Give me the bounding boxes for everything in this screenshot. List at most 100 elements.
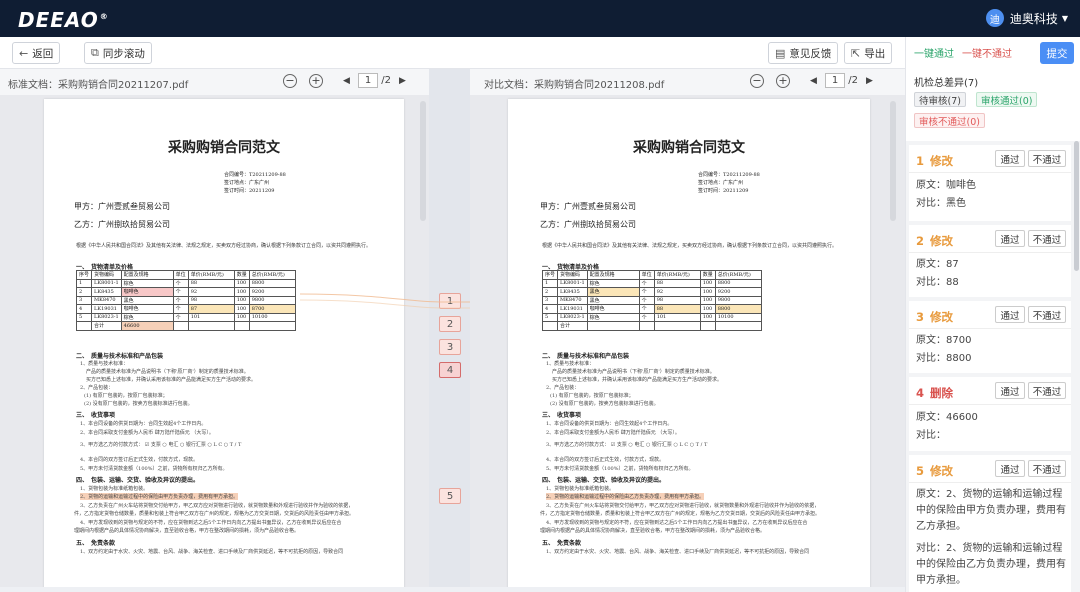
zoom-out-icon[interactable]: −	[283, 73, 297, 88]
diff-2-highlight: 87	[187, 304, 235, 314]
contract-meta: 合同编号：T20211209-88 签订地点：广东广州 签订时间：20211209	[698, 172, 760, 194]
diff-3-highlight: 8800	[714, 304, 762, 314]
pass-button[interactable]: 通过	[995, 460, 1025, 477]
next-page-icon[interactable]: ▶	[866, 76, 873, 86]
prev-page-icon[interactable]: ◀	[810, 76, 817, 86]
table-row: 5 LK8023-1 棕色个 101 100 10100	[75, 312, 296, 322]
back-button[interactable]: ← 返回	[12, 42, 61, 64]
pass-button[interactable]: 通过	[995, 150, 1025, 167]
pass-all-button[interactable]: 一键通过	[914, 45, 954, 60]
original-value: 46600	[946, 412, 978, 423]
diff-card-2[interactable]: 2 修改 通过 不通过 原文：87 对比：88	[909, 225, 1071, 297]
contract-title: 采购购销合同范文	[168, 140, 280, 156]
tab-approved[interactable]: 审核通过(0)	[976, 92, 1038, 107]
chevron-down-icon: ▼	[1061, 13, 1068, 23]
original-value: 8700	[946, 335, 972, 346]
export-icon: ⇱	[851, 46, 861, 60]
pass-button[interactable]: 通过	[995, 230, 1025, 247]
top-bar: DEEAO® 迪 迪奥科技 ▼	[0, 0, 1080, 37]
table-row: 4 LK19031 咖啡色个 88 100 8800	[541, 304, 762, 314]
prev-page-icon[interactable]: ◀	[343, 76, 350, 86]
compare-doc-header: 对比文档：采购购销合同20211208.pdf − + ◀ 1 /2 ▶	[470, 69, 905, 95]
section-2-heading: 二、 质量与技术标准和产品包装	[542, 353, 630, 360]
contract-meta: 合同编号：T20211209-88 签订地点：广东广州 签订时间：20211209	[224, 172, 286, 194]
diff-marker-5[interactable]: 5	[439, 488, 461, 504]
compare-doc-scrollbar[interactable]	[890, 101, 896, 221]
compare-doc-page-control: − + ◀ 1 /2 ▶	[750, 73, 881, 88]
pass-button[interactable]: 通过	[995, 382, 1025, 399]
table-row: 2 LK8435 咖啡色个 92 100 9200	[75, 287, 296, 297]
section-5-heading: 五、 免责条款	[542, 540, 582, 547]
compare-doc-viewport[interactable]: 采购购销合同范文 合同编号：T20211209-88 签订地点：广东广州 签订时间：…	[470, 95, 905, 587]
compare-value: 88	[946, 277, 959, 288]
standard-doc-header: 标准文档：采购购销合同20211207.pdf − + ◀ 1 /2 ▶	[0, 69, 429, 95]
diff-card-4[interactable]: 4 删除 通过 不通过 原文：46600 对比：	[909, 377, 1071, 451]
compare-doc-page: 采购购销合同范文 合同编号：T20211209-88 签订地点：广东广州 签订时间：…	[508, 99, 870, 587]
tab-rejected[interactable]: 审核不通过(0)	[914, 113, 985, 128]
arrow-left-icon: ←	[19, 46, 29, 60]
standard-doc-title: 标准文档：采购购销合同20211207.pdf	[8, 80, 189, 91]
section-4-heading: 四、 包装、运输、交货、验收及异议的提出。	[542, 477, 666, 484]
diff-1-highlight: 黑色	[586, 287, 640, 297]
diff-4-empty-cell	[586, 321, 640, 331]
zoom-out-icon[interactable]: −	[750, 73, 764, 88]
section-5-heading: 五、 免责条款	[76, 540, 116, 547]
review-panel-scrollbar[interactable]	[1074, 141, 1079, 271]
toolbar: ← 返回 ⧉ 同步滚动 ▤ 意见反馈 ⇱ 导出	[0, 37, 905, 69]
diff-1-highlight: 咖啡色	[120, 287, 174, 297]
reject-button[interactable]: 不通过	[1028, 460, 1066, 477]
reject-button[interactable]: 不通过	[1028, 306, 1066, 323]
standard-doc-scrollbar[interactable]	[420, 101, 426, 221]
sync-icon: ⧉	[91, 46, 99, 59]
feedback-icon: ▤	[775, 46, 786, 60]
table-row: 3 MK8470 黑色个 98 100 9800	[75, 295, 296, 305]
goods-table: 序号 货物编码 配置及规格 单位 单价(RMB/元) 数量 总价(RMB/元) 1 LK800…	[541, 270, 762, 331]
contract-title: 采购购销合同范文	[633, 140, 745, 156]
diff-3-highlight: 8700	[248, 304, 296, 314]
table-row: 合计	[541, 321, 762, 331]
submit-button[interactable]: 提交	[1040, 42, 1074, 64]
compare-value: 黑色	[946, 198, 966, 209]
diff-5-highlight: 2、货物的运输和运输过程中的保险由甲方负责办理，费用有甲方承担。	[80, 493, 239, 500]
sync-scroll-button[interactable]: ⧉ 同步滚动	[84, 42, 152, 64]
page-total: /2	[381, 75, 392, 86]
page-total: /2	[848, 75, 859, 86]
next-page-icon[interactable]: ▶	[399, 76, 406, 86]
diff-marker-3[interactable]: 3	[439, 339, 461, 355]
compare-value: 8800	[946, 353, 972, 364]
reject-all-button[interactable]: 一键不通过	[962, 45, 1012, 60]
zoom-in-icon[interactable]: +	[309, 73, 323, 88]
zoom-in-icon[interactable]: +	[776, 73, 790, 88]
reject-button[interactable]: 不通过	[1028, 382, 1066, 399]
table-row: 1 LK8001-1 棕色个 88 100 8800	[75, 278, 296, 288]
diff-marker-4[interactable]: 4	[439, 362, 461, 378]
reject-button[interactable]: 不通过	[1028, 230, 1066, 247]
party-b: 乙方：广州捌玖拾贸易公司	[540, 220, 636, 229]
pass-button[interactable]: 通过	[995, 306, 1025, 323]
diff-summary: 机检总差异(7)	[914, 78, 979, 89]
diff-card-list: 1 修改 通过 不通过 原文：咖啡色 对比：黑色 2 修改 通过 不通过 原文：87…	[906, 141, 1080, 592]
party-a: 甲方：广州壹贰叁贸易公司	[74, 202, 170, 211]
page-input[interactable]: 1	[824, 73, 846, 88]
diff-card-1[interactable]: 1 修改 通过 不通过 原文：咖啡色 对比：黑色	[909, 145, 1071, 221]
export-button[interactable]: ⇱ 导出	[844, 42, 893, 64]
diff-card-5[interactable]: 5 修改 通过 不通过 原文：2、货物的运输和运输过程中的保险由甲方负责办理，费用…	[909, 455, 1071, 592]
page-input[interactable]: 1	[357, 73, 379, 88]
section-4-heading: 四、 包装、运输、交货、验收及异议的提出。	[76, 477, 200, 484]
user-menu[interactable]: 迪 迪奥科技 ▼	[985, 9, 1068, 27]
diff-card-3[interactable]: 3 修改 通过 不通过 原文：8700 对比：8800	[909, 301, 1071, 373]
original-value: 87	[946, 259, 959, 270]
tab-pending[interactable]: 待审核(7)	[914, 92, 966, 107]
section-2-heading: 二、 质量与技术标准和产品包装	[76, 353, 164, 360]
standard-doc-page-control: − + ◀ 1 /2 ▶	[283, 73, 414, 88]
diff-4-highlight: 46600	[120, 321, 174, 331]
reject-button[interactable]: 不通过	[1028, 150, 1066, 167]
standard-doc-viewport[interactable]: 采购购销合同范文 合同编号：T20211209-88 签订地点：广东广州 签订时间：…	[0, 95, 429, 587]
table-row: 3 MK8470 黑色个 98 100 9800	[541, 295, 762, 305]
goods-table: 序号 货物编码 配置及规格 单位 单价(RMB/元) 数量 总价(RMB/元) 1 LK800…	[75, 270, 296, 331]
party-b: 乙方：广州捌玖拾贸易公司	[74, 220, 170, 229]
diff-5-highlight: 2、货物的运输和运输过程中的保险由乙方负责办理，费用有甲方承担。	[546, 493, 705, 500]
app-logo[interactable]: DEEAO®	[18, 8, 109, 32]
table-row: 2 LK8435 黑色个 92 100 9200	[541, 287, 762, 297]
feedback-button[interactable]: ▤ 意见反馈	[768, 42, 839, 64]
